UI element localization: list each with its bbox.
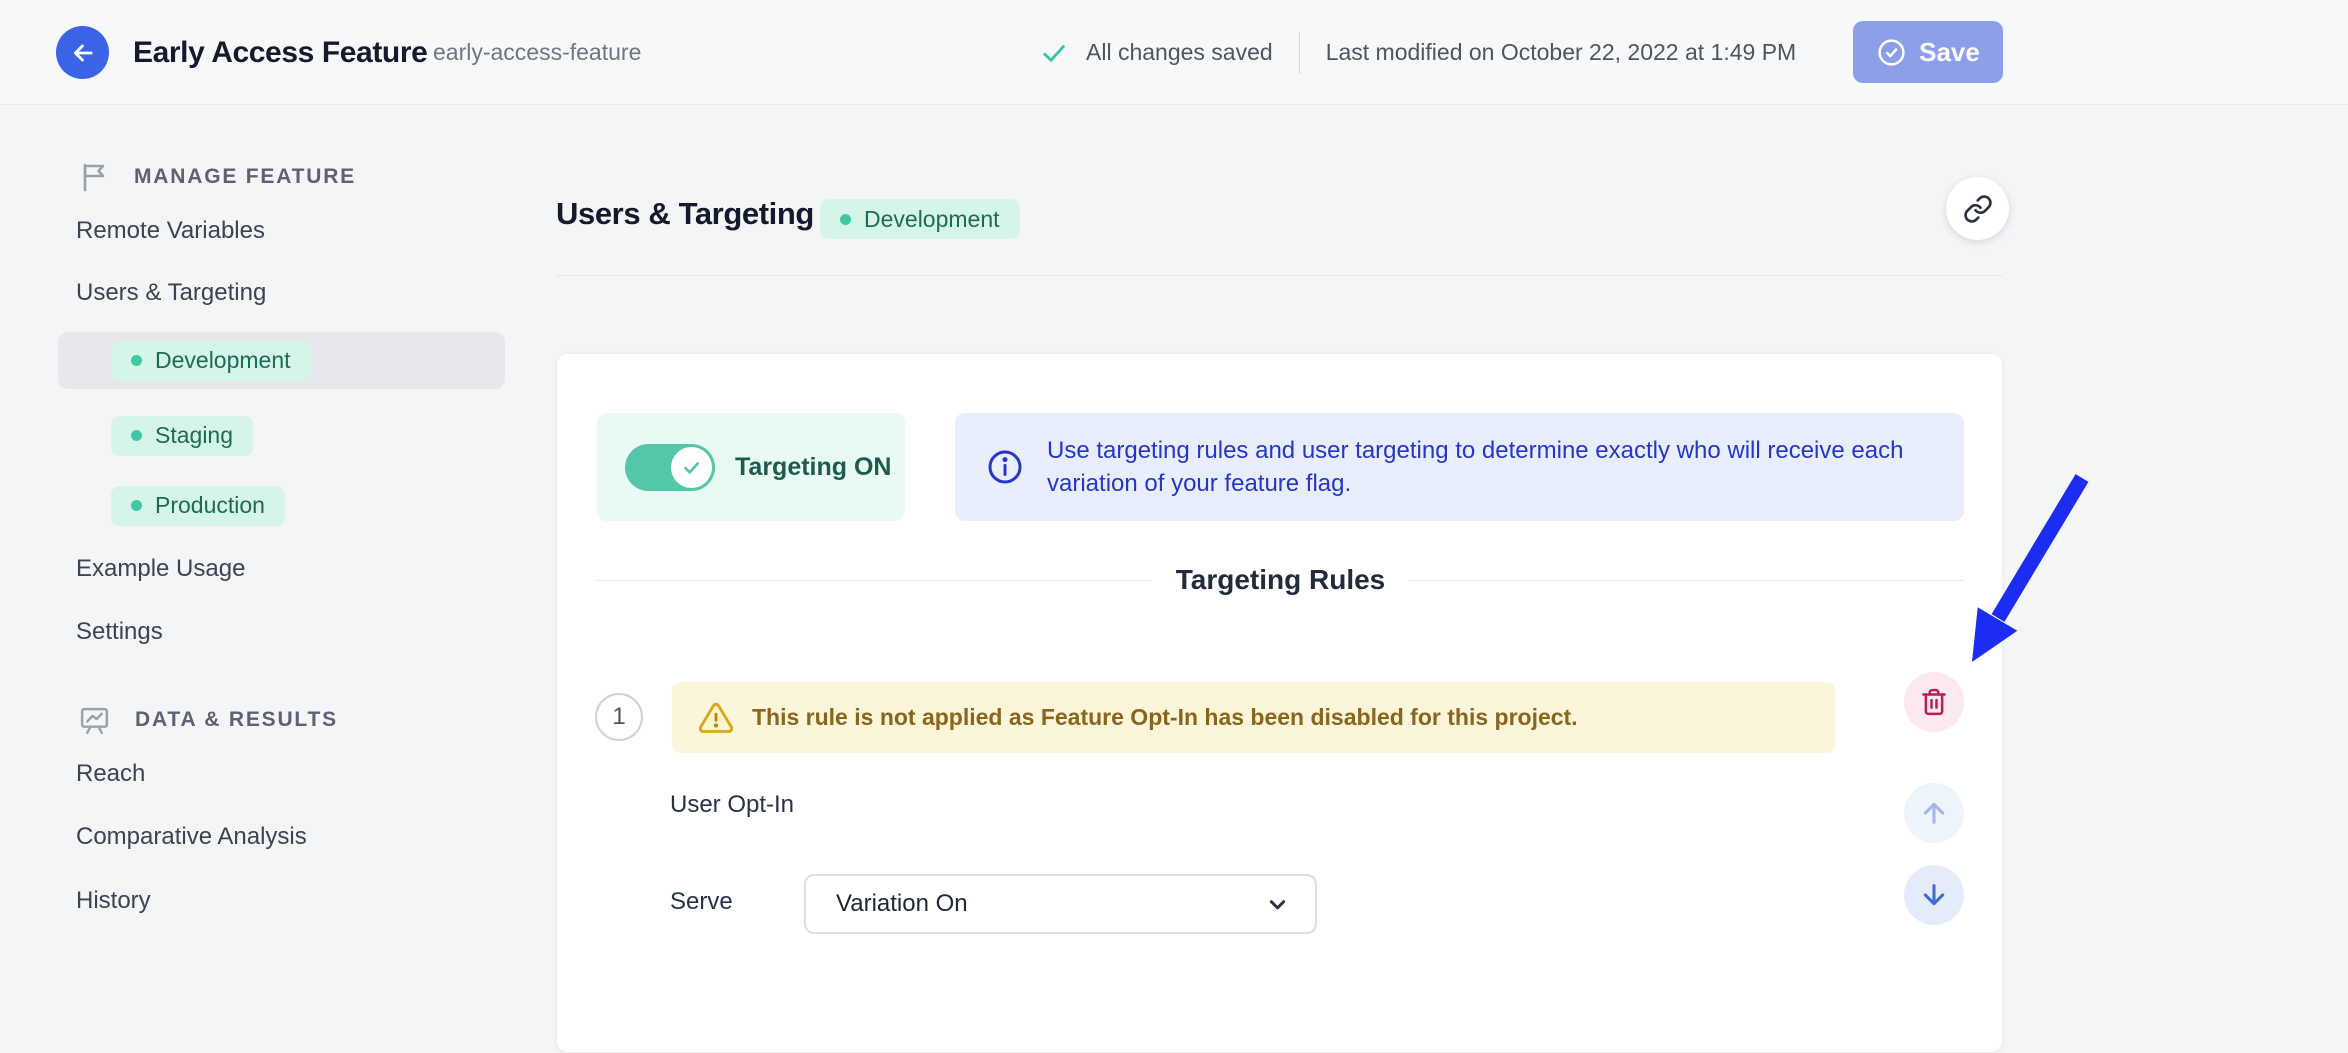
delete-rule-button[interactable] — [1904, 672, 1964, 732]
trash-icon — [1919, 687, 1949, 717]
targeting-info-box: Use targeting rules and user targeting t… — [955, 413, 1964, 521]
sidebar-env-development[interactable]: Development — [58, 332, 505, 389]
sidebar-item-history[interactable]: History — [76, 883, 151, 919]
link-icon — [1963, 194, 1993, 224]
targeting-rules-heading: Targeting Rules — [1176, 564, 1386, 596]
targeting-toggle[interactable] — [625, 444, 715, 491]
arrow-up-icon — [1918, 797, 1950, 829]
env-label: Development — [864, 206, 1000, 233]
arrow-left-icon — [69, 39, 97, 67]
last-modified-text: Last modified on October 22, 2022 at 1:4… — [1326, 39, 1797, 66]
sidebar: MANAGE FEATURE Remote Variables Users & … — [0, 105, 530, 990]
env-dot-icon — [131, 430, 142, 441]
sidebar-item-users-targeting[interactable]: Users & Targeting — [76, 275, 266, 311]
arrow-down-icon — [1918, 879, 1950, 911]
section-label: MANAGE FEATURE — [134, 165, 356, 189]
serve-selected-value: Variation On — [836, 890, 968, 918]
rule-warning-text: This rule is not applied as Feature Opt-… — [752, 704, 1578, 731]
feature-title: Early Access Feature — [133, 0, 427, 105]
back-button[interactable] — [56, 26, 109, 79]
sidebar-env-staging[interactable]: Staging — [58, 407, 505, 464]
save-button[interactable]: Save — [1853, 21, 2003, 83]
sidebar-section-data-results: DATA & RESULTS — [78, 702, 338, 738]
save-status-group: All changes saved Last modified on Octob… — [1040, 0, 1796, 105]
check-circle-icon — [1876, 37, 1907, 68]
warning-triangle-icon — [698, 700, 734, 736]
move-rule-up-button[interactable] — [1904, 783, 1964, 843]
share-link-button[interactable] — [1946, 177, 2009, 240]
env-dot-icon — [131, 500, 142, 511]
section-label: DATA & RESULTS — [135, 708, 338, 732]
divider-line — [1409, 580, 1964, 581]
flag-icon — [78, 161, 110, 193]
serve-label: Serve — [670, 888, 733, 916]
targeting-info-text: Use targeting rules and user targeting t… — [1047, 434, 1934, 500]
feature-key: early-access-feature — [433, 0, 641, 105]
save-button-label: Save — [1919, 37, 1980, 68]
environment-badge: Production — [111, 486, 285, 526]
environment-badge: Staging — [111, 416, 253, 456]
sidebar-env-production[interactable]: Production — [58, 477, 505, 534]
page-title: Users & Targeting — [556, 196, 814, 232]
title-divider — [556, 275, 2003, 276]
rule-warning-banner: This rule is not applied as Feature Opt-… — [672, 682, 1835, 753]
toggle-knob — [671, 447, 712, 488]
env-label: Staging — [155, 422, 233, 449]
environment-badge: Development — [111, 341, 311, 381]
divider-line — [597, 580, 1152, 581]
page-environment-badge: Development — [820, 199, 1020, 239]
check-icon — [1040, 39, 1068, 67]
targeting-toggle-label: Targeting ON — [735, 453, 891, 482]
sidebar-item-remote-variables[interactable]: Remote Variables — [76, 213, 265, 249]
env-dot-icon — [840, 214, 851, 225]
info-icon — [985, 447, 1025, 487]
rule-name: User Opt-In — [670, 791, 794, 819]
header-divider — [1299, 32, 1300, 74]
chart-board-icon — [78, 704, 111, 737]
sidebar-section-manage-feature: MANAGE FEATURE — [78, 159, 356, 195]
env-dot-icon — [131, 355, 142, 366]
sidebar-item-settings[interactable]: Settings — [76, 614, 163, 650]
app-header: Early Access Feature early-access-featur… — [0, 0, 2348, 105]
move-rule-down-button[interactable] — [1904, 865, 1964, 925]
targeting-toggle-box: Targeting ON — [597, 413, 905, 521]
targeting-card: Targeting ON Use targeting rules and use… — [556, 353, 2003, 1053]
targeting-rules-divider: Targeting Rules — [597, 560, 1964, 600]
rule-number-badge: 1 — [595, 693, 643, 741]
sidebar-item-reach[interactable]: Reach — [76, 756, 145, 792]
chevron-down-icon — [1264, 891, 1291, 918]
env-label: Production — [155, 492, 265, 519]
env-label: Development — [155, 347, 291, 374]
saved-status-text: All changes saved — [1086, 39, 1273, 66]
serve-variation-dropdown[interactable]: Variation On — [804, 874, 1317, 934]
sidebar-item-comparative-analysis[interactable]: Comparative Analysis — [76, 819, 307, 855]
sidebar-item-example-usage[interactable]: Example Usage — [76, 551, 245, 587]
